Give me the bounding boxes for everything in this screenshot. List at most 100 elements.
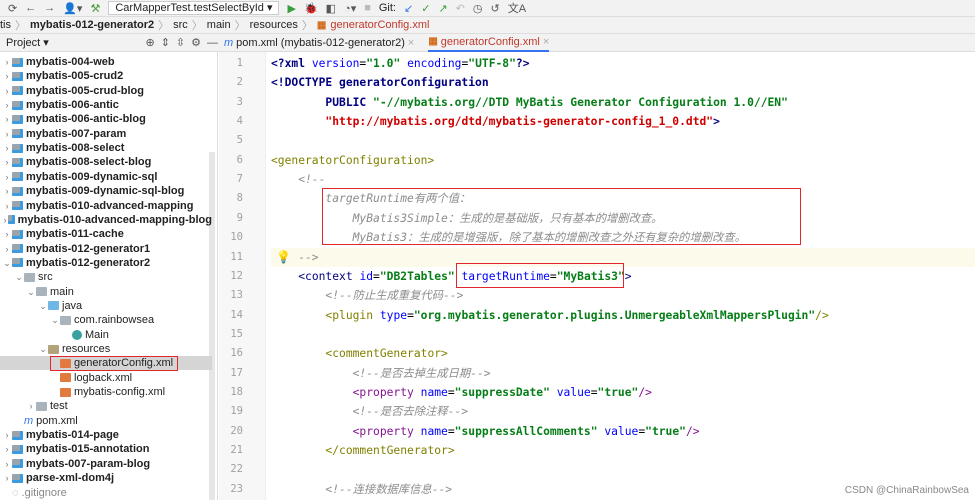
tree-item[interactable]: ⌄ java <box>0 299 212 313</box>
chevron-right-icon[interactable]: › <box>2 55 12 69</box>
code-line[interactable]: <plugin type="org.mybatis.generator.plug… <box>271 306 975 325</box>
forward-icon[interactable]: → <box>44 2 55 14</box>
tree-item[interactable]: logback.xml <box>0 371 212 385</box>
tree-item[interactable]: mybatis-config.xml <box>0 385 212 399</box>
chevron-down-icon[interactable]: ⌄ <box>14 270 24 284</box>
chevron-down-icon[interactable]: ⌄ <box>50 313 60 327</box>
chevron-down-icon[interactable]: ⌄ <box>38 342 48 356</box>
git-fetch-icon[interactable]: ↶ <box>456 2 465 15</box>
chevron-down-icon[interactable]: ⌄ <box>38 299 48 313</box>
breadcrumb-item[interactable]: main <box>207 19 231 31</box>
tree-item[interactable]: m pom.xml <box>0 414 212 428</box>
lightbulb-icon[interactable]: 💡 <box>276 250 291 264</box>
tree-item[interactable]: › mybatis-008-select-blog <box>0 155 212 169</box>
code-line[interactable]: <!-- <box>271 170 975 189</box>
translate-icon[interactable]: 文A <box>508 0 526 16</box>
tree-item[interactable]: › parse-xml-dom4j <box>0 471 212 485</box>
tree-item[interactable]: ◌ .gitignore <box>0 486 212 500</box>
chevron-right-icon[interactable]: › <box>2 471 12 485</box>
breadcrumb-item[interactable]: src <box>173 19 188 31</box>
tree-item[interactable]: ⌄ resources <box>0 342 212 356</box>
tree-item[interactable]: › mybatis-009-dynamic-sql <box>0 170 212 184</box>
tree-item[interactable]: › mybatis-007-param <box>0 127 212 141</box>
tree-item[interactable]: ⌄ com.rainbowsea <box>0 313 212 327</box>
breadcrumb-item[interactable]: tis <box>0 19 11 31</box>
code-line[interactable]: <!--是否去除注释--> <box>271 402 975 421</box>
chevron-right-icon[interactable]: › <box>2 155 12 169</box>
tree-item[interactable]: › mybatis-006-antic <box>0 98 212 112</box>
rollback-icon[interactable]: ↺ <box>490 2 499 15</box>
code-line[interactable]: "http://mybatis.org/dtd/mybatis-generato… <box>271 112 975 131</box>
chevron-right-icon[interactable]: › <box>2 84 12 98</box>
breadcrumb-item[interactable]: mybatis-012-generator2 <box>30 19 154 31</box>
coverage-icon[interactable]: ◧ <box>326 2 336 15</box>
code-line[interactable]: <generatorConfiguration> <box>271 151 975 170</box>
chevron-right-icon[interactable]: › <box>2 242 12 256</box>
back-icon[interactable]: ← <box>25 2 36 14</box>
tree-item[interactable]: › mybatis-004-web <box>0 55 212 69</box>
tree-item[interactable]: › mybatis-005-crud2 <box>0 69 212 83</box>
git-update-icon[interactable]: ↙ <box>404 2 413 15</box>
tree-item[interactable]: ⌄ src <box>0 270 212 284</box>
stop-icon[interactable]: ■ <box>364 2 371 14</box>
gear-icon[interactable]: ⚙ <box>191 36 201 49</box>
code-line[interactable]: <!--防止生成重复代码--> <box>271 286 975 305</box>
code-line[interactable]: MyBatis3：生成的是增强版，除了基本的增删改查之外还有复杂的增删改查。 <box>271 228 975 247</box>
chevron-right-icon[interactable]: › <box>26 399 36 413</box>
tree-item[interactable]: generatorConfig.xml <box>0 356 212 371</box>
debug-icon[interactable]: 🐞 <box>304 2 318 15</box>
tree-item[interactable]: › mybatis-005-crud-blog <box>0 84 212 98</box>
code-line[interactable] <box>271 131 975 150</box>
code-line[interactable]: --> <box>271 247 975 267</box>
breadcrumb-item[interactable]: resources <box>250 19 298 31</box>
hide-icon[interactable]: — <box>207 37 218 49</box>
chevron-down-icon[interactable]: ⌄ <box>26 285 36 299</box>
code-line[interactable]: <context id="DB2Tables" targetRuntime="M… <box>271 267 975 286</box>
tree-item[interactable]: › mybatis-009-dynamic-sql-blog <box>0 184 212 198</box>
tree-item[interactable]: › mybatis-012-generator1 <box>0 242 212 256</box>
chevron-right-icon[interactable]: › <box>2 457 12 471</box>
chevron-right-icon[interactable]: › <box>2 428 12 442</box>
expand-all-icon[interactable]: ⇕ <box>161 36 170 49</box>
locate-icon[interactable]: ⊕ <box>145 36 154 49</box>
chevron-down-icon[interactable]: ⌄ <box>2 256 12 270</box>
run-icon[interactable]: ▶ <box>287 2 295 15</box>
profile-icon[interactable]: ◔▾ <box>344 2 356 15</box>
build-icon[interactable]: ⚒ <box>90 2 100 15</box>
code-line[interactable]: <?xml version="1.0" encoding="UTF-8"?> <box>271 54 975 73</box>
tree-item[interactable]: › mybatis-010-advanced-mapping-blog <box>0 213 213 227</box>
chevron-right-icon[interactable]: › <box>2 127 12 141</box>
chevron-right-icon[interactable]: › <box>2 227 12 241</box>
tree-item[interactable]: › mybatis-015-annotation <box>0 442 212 456</box>
tree-item[interactable]: › mybatis-010-advanced-mapping <box>0 199 212 213</box>
code-line[interactable]: </commentGenerator> <box>271 441 975 460</box>
chevron-right-icon[interactable]: › <box>2 184 12 198</box>
code-line[interactable]: targetRuntime有两个值： <box>271 189 975 208</box>
tree-item[interactable]: ⌄ main <box>0 285 212 299</box>
code-line[interactable]: <!DOCTYPE generatorConfiguration <box>271 73 975 92</box>
git-push-icon[interactable]: ↗ <box>438 2 447 15</box>
chevron-right-icon[interactable]: › <box>2 199 12 213</box>
user-icon[interactable]: 👤▾ <box>63 2 82 15</box>
sync-icon[interactable]: ⟳ <box>8 2 17 15</box>
tree-item[interactable]: › mybatis-011-cache <box>0 227 212 241</box>
git-commit-icon[interactable]: ✓ <box>421 2 430 15</box>
tab-pom-xml[interactable]: m pom.xml (mybatis-012-generator2) × <box>224 34 414 52</box>
tree-item[interactable]: ⌄ mybatis-012-generator2 <box>0 256 212 270</box>
chevron-right-icon[interactable]: › <box>2 69 12 83</box>
breadcrumb-item[interactable]: generatorConfig.xml <box>330 19 429 31</box>
close-icon[interactable]: × <box>543 33 549 51</box>
code-line[interactable] <box>271 460 975 479</box>
code-line[interactable]: <commentGenerator> <box>271 344 975 363</box>
tree-item[interactable]: › mybatis-008-select <box>0 141 212 155</box>
history-icon[interactable]: ◷ <box>473 2 483 15</box>
tree-item[interactable]: › mybats-007-param-blog <box>0 457 212 471</box>
tree-item[interactable]: › test <box>0 399 212 413</box>
code-line[interactable]: <property name="suppressDate" value="tru… <box>271 383 975 402</box>
tab-generator-config[interactable]: ▦ generatorConfig.xml × <box>428 33 550 52</box>
code-editor[interactable]: 1 2 3 4 5 6 7 8 9 10 11 12 13 14 15 16 17 18 19 20 21 22 23 <?x… <box>219 52 975 500</box>
chevron-right-icon[interactable]: › <box>2 141 12 155</box>
chevron-right-icon[interactable]: › <box>2 98 12 112</box>
chevron-right-icon[interactable]: › <box>2 170 12 184</box>
collapse-all-icon[interactable]: ⇳ <box>176 36 185 49</box>
